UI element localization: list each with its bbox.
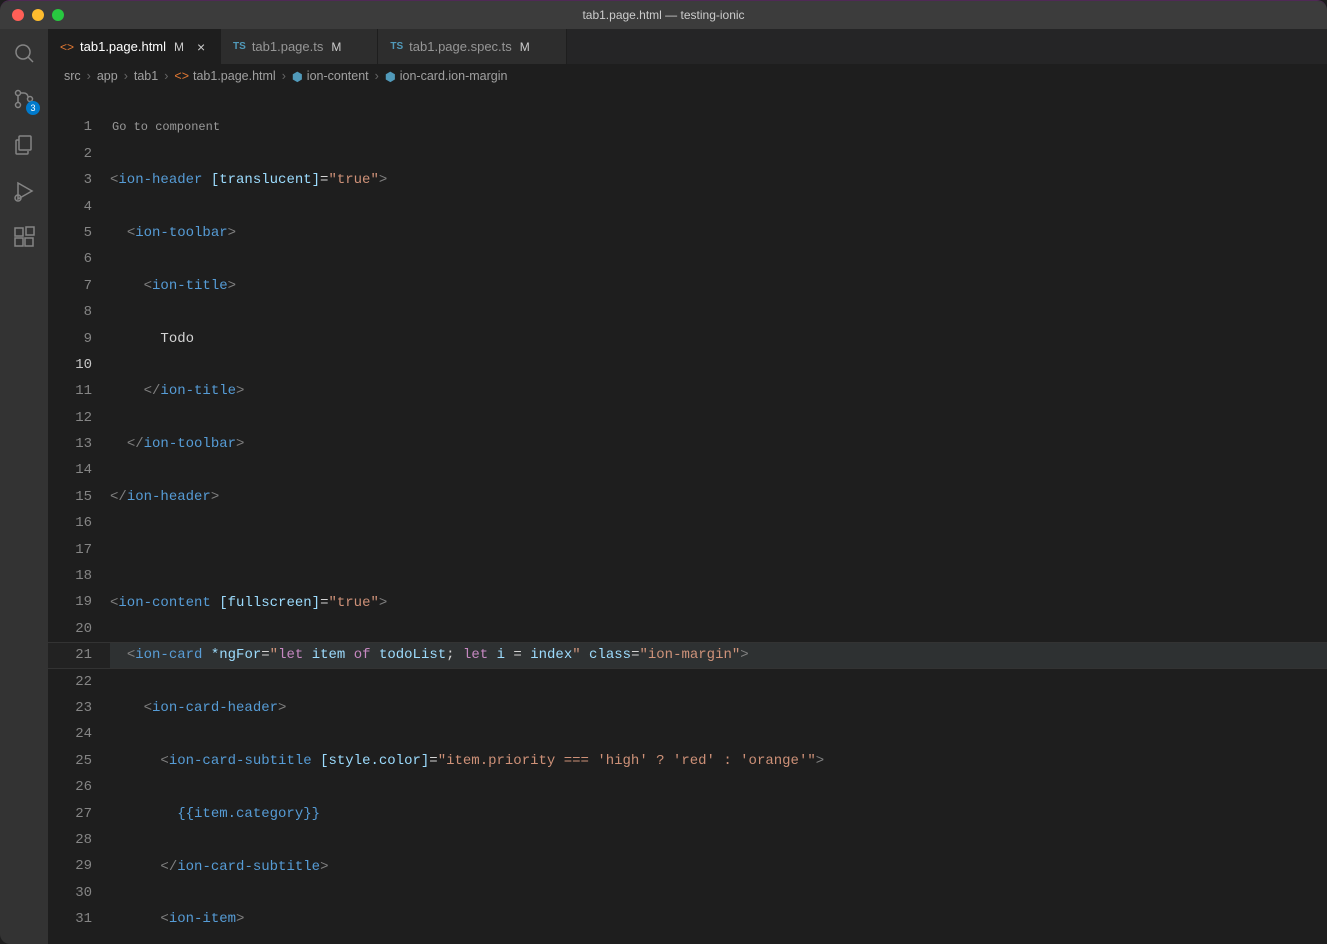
tab-tab1-page-ts[interactable]: TS tab1.page.ts M — [221, 29, 378, 64]
titlebar: tab1.page.html — testing-ionic — [0, 1, 1327, 29]
tab-modified-status: M — [174, 40, 184, 54]
close-tab-icon[interactable]: × — [194, 39, 208, 55]
line-number-gutter: 1234567891011121314151617181920212223242… — [48, 88, 110, 944]
window-controls — [0, 9, 64, 21]
close-window-button[interactable] — [12, 9, 24, 21]
breadcrumb-item[interactable]: tab1 — [134, 69, 158, 83]
element-icon: ⬢ — [385, 69, 396, 84]
breadcrumb-item[interactable]: ⬢ion-card.ion-margin — [385, 69, 508, 84]
tab-modified-status: M — [331, 40, 341, 54]
breadcrumb-item[interactable]: <>tab1.page.html — [174, 69, 275, 83]
ts-file-icon: TS — [390, 41, 403, 52]
code-content[interactable]: Go to component <ion-header [translucent… — [110, 88, 1327, 944]
extensions-icon[interactable] — [10, 223, 38, 251]
element-icon: ⬢ — [292, 69, 303, 84]
html-file-icon: <> — [174, 69, 189, 83]
tab-label: tab1.page.spec.ts — [409, 39, 512, 54]
tab-tab1-page-html[interactable]: <> tab1.page.html M × — [48, 29, 221, 64]
tab-modified-status: M — [520, 40, 530, 54]
window-title: tab1.page.html — testing-ionic — [582, 8, 744, 22]
breadcrumb-item[interactable]: src — [64, 69, 81, 83]
editor-window: tab1.page.html — testing-ionic 3 — [0, 0, 1327, 944]
tab-label: tab1.page.html — [80, 39, 166, 54]
breadcrumb-item[interactable]: ⬢ion-content — [292, 69, 369, 84]
run-debug-icon[interactable] — [10, 177, 38, 205]
activity-bar: 3 — [0, 29, 48, 944]
code-editor[interactable]: 1234567891011121314151617181920212223242… — [48, 88, 1327, 944]
ts-file-icon: TS — [233, 41, 246, 52]
search-icon[interactable] — [10, 39, 38, 67]
explorer-icon[interactable] — [10, 131, 38, 159]
scm-badge: 3 — [26, 101, 40, 115]
code-lens-go-to-component[interactable]: Go to component — [110, 114, 1327, 140]
breadcrumb-item[interactable]: app — [97, 69, 118, 83]
html-file-icon: <> — [60, 40, 74, 54]
maximize-window-button[interactable] — [52, 9, 64, 21]
tab-label: tab1.page.ts — [252, 39, 324, 54]
breadcrumb[interactable]: src› app› tab1› <>tab1.page.html› ⬢ion-c… — [48, 64, 1327, 88]
tab-bar: <> tab1.page.html M × TS tab1.page.ts M … — [48, 29, 1327, 64]
tab-tab1-page-spec-ts[interactable]: TS tab1.page.spec.ts M — [378, 29, 566, 64]
source-control-icon[interactable]: 3 — [10, 85, 38, 113]
minimize-window-button[interactable] — [32, 9, 44, 21]
